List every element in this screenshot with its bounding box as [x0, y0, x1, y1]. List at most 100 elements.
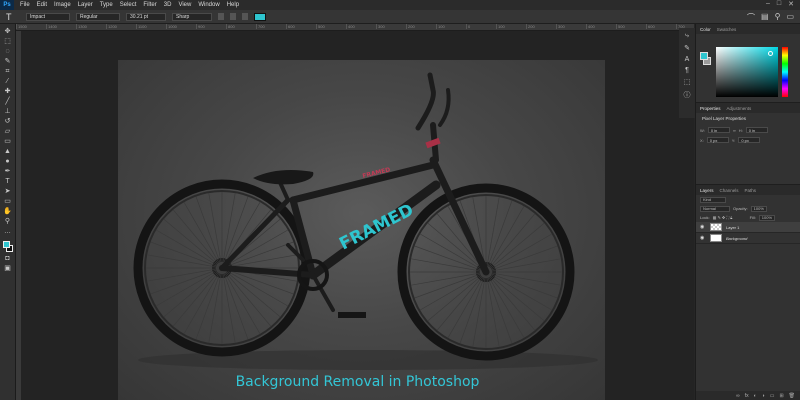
fill-field[interactable]: 100% [758, 214, 776, 221]
blend-row: Normal Opacity: 100% [696, 204, 800, 213]
menu-item-select[interactable]: Select [120, 2, 137, 8]
move-tool-icon[interactable]: ✥ [3, 28, 13, 36]
color-picker-ring[interactable] [768, 51, 773, 56]
menu-item-edit[interactable]: Edit [37, 2, 47, 8]
tab-swatches[interactable]: Swatches [717, 27, 737, 32]
menu-item-help[interactable]: Help [227, 2, 239, 8]
tab-layers[interactable]: Layers [700, 188, 714, 193]
trash-icon[interactable]: 🗑︎ [789, 393, 795, 399]
type-tool-icon[interactable]: T [6, 12, 20, 22]
bmx-bike-image: FRAMED FRAMED [133, 72, 598, 370]
stamp-tool-icon[interactable]: ⊥ [3, 108, 13, 116]
hand-tool-icon[interactable]: ✋ [3, 208, 13, 216]
maximize-icon[interactable]: □ [777, 0, 781, 8]
hue-slider[interactable] [782, 47, 788, 97]
new-layer-icon[interactable]: ⊞ [779, 393, 783, 399]
tab-properties[interactable]: Properties [700, 106, 721, 111]
width-field[interactable]: 0 in [707, 127, 730, 133]
dodge-tool-icon[interactable]: ● [3, 158, 13, 166]
info-icon[interactable]: ⓘ [684, 90, 691, 100]
layer-row-background[interactable]: ◉ Background [696, 233, 800, 244]
photoshop-logo: Ps [0, 0, 14, 10]
menu-item-image[interactable]: Image [54, 2, 71, 8]
menu-bar: Ps File Edit Image Layer Type Select Filter 3D V… [0, 0, 800, 10]
crop-tool-icon[interactable]: ⌗ [3, 68, 13, 76]
more-tools-icon[interactable]: … [3, 228, 13, 236]
close-icon[interactable]: ✕ [788, 0, 794, 8]
zoom-tool-icon[interactable]: ⚲ [3, 218, 13, 226]
type-tool-icon[interactable]: T [3, 178, 13, 186]
eraser-tool-icon[interactable]: ▱ [3, 128, 13, 136]
document-canvas[interactable]: FRAMED FRAMED Background Removal in Phot… [21, 31, 694, 400]
visibility-eye-icon[interactable]: ◉ [700, 224, 706, 230]
fg-color-swatch[interactable] [700, 52, 708, 60]
eyedropper-tool-icon[interactable]: ⁄ [3, 78, 13, 86]
character-panel-icon[interactable]: ▤ [761, 12, 769, 23]
antialias-select[interactable]: Sharp [172, 12, 212, 21]
libraries-icon[interactable]: ⬚ [684, 78, 691, 86]
align-left-button[interactable] [218, 13, 224, 20]
paragraph-icon[interactable]: ¶ [685, 67, 689, 74]
visibility-eye-icon[interactable]: ◉ [700, 235, 706, 241]
screen-mode-icon[interactable]: ▣ [3, 265, 13, 273]
font-family-select[interactable]: Impact [26, 12, 70, 21]
menu-item-filter[interactable]: Filter [143, 2, 156, 8]
foreground-color-chip[interactable] [2, 241, 10, 248]
horizontal-ruler: 1500 1400 1300 1200 1100 1000 900 800 700 600 500 4… [16, 24, 694, 31]
path-select-tool-icon[interactable]: ➤ [3, 188, 13, 196]
workspace-icon[interactable]: ▭ [786, 12, 794, 23]
minimize-icon[interactable]: – [766, 0, 770, 8]
collapsed-panels-strip: ⤷ ✎ A ¶ ⬚ ⓘ [679, 28, 695, 118]
lasso-tool-icon[interactable]: ◌ [3, 48, 13, 56]
opacity-field[interactable]: 100% [750, 205, 767, 212]
properties-title: Pixel Layer Properties [702, 116, 747, 121]
menu-item-3d[interactable]: 3D [164, 2, 172, 8]
tab-color[interactable]: Color [700, 27, 711, 32]
lock-icons[interactable]: ▦ ✎ ✥ ⛶ 🔒︎ [713, 215, 747, 220]
mask-icon[interactable]: ◐ [754, 393, 757, 399]
marquee-tool-icon[interactable]: ⬚ [3, 38, 13, 46]
group-icon[interactable]: ▭ [770, 393, 775, 399]
menu-item-type[interactable]: Type [100, 2, 113, 8]
warp-text-icon[interactable]: ⌒ [747, 12, 755, 23]
healing-tool-icon[interactable]: ✚ [3, 88, 13, 96]
height-field[interactable]: 0 in [745, 127, 768, 133]
bike-photo[interactable]: FRAMED FRAMED [118, 60, 605, 400]
lock-label: Lock: [700, 215, 710, 220]
gradient-tool-icon[interactable]: ▭ [3, 138, 13, 146]
quick-mask-icon[interactable]: ◘ [3, 255, 13, 263]
history-brush-icon[interactable]: ↺ [3, 118, 13, 126]
brush-settings-icon[interactable]: ✎ [684, 44, 690, 52]
x-field[interactable]: 0 px [706, 137, 729, 143]
tab-adjustments[interactable]: Adjustments [727, 106, 752, 111]
search-icon[interactable]: ⚲ [775, 12, 781, 23]
quick-select-tool-icon[interactable]: ✎ [3, 58, 13, 66]
character-icon[interactable]: A [685, 56, 690, 63]
color-chips[interactable] [2, 241, 13, 253]
menu-item-view[interactable]: View [178, 2, 191, 8]
tab-channels[interactable]: Channels [720, 188, 739, 193]
menu-item-layer[interactable]: Layer [78, 2, 93, 8]
link-layers-icon[interactable]: ∞ [736, 393, 740, 399]
align-right-button[interactable] [242, 13, 248, 20]
ruler-tick: 100 [436, 24, 466, 29]
y-field[interactable]: 0 px [738, 137, 761, 143]
adjustment-icon[interactable]: ◑ [762, 393, 765, 399]
layer-row-layer-1[interactable]: ◉ Layer 1 [696, 222, 800, 233]
shape-tool-icon[interactable]: ▭ [3, 198, 13, 206]
blur-tool-icon[interactable]: ▲ [3, 148, 13, 156]
brush-tool-icon[interactable]: ╱ [3, 98, 13, 106]
tab-paths[interactable]: Paths [745, 188, 757, 193]
text-color-swatch[interactable] [254, 12, 266, 21]
blend-mode-select[interactable]: Normal [700, 205, 730, 212]
align-center-button[interactable] [230, 13, 236, 20]
fx-icon[interactable]: fx [745, 393, 749, 399]
menu-item-window[interactable]: Window [198, 2, 219, 8]
menu-item-file[interactable]: File [20, 2, 30, 8]
pen-tool-icon[interactable]: ✒ [3, 168, 13, 176]
font-size-select[interactable]: 30.21 pt [126, 12, 166, 21]
font-style-select[interactable]: Regular [76, 12, 120, 21]
history-icon[interactable]: ⤷ [685, 32, 689, 40]
filter-kind-select[interactable]: Kind [700, 196, 726, 203]
color-panel [696, 34, 800, 102]
